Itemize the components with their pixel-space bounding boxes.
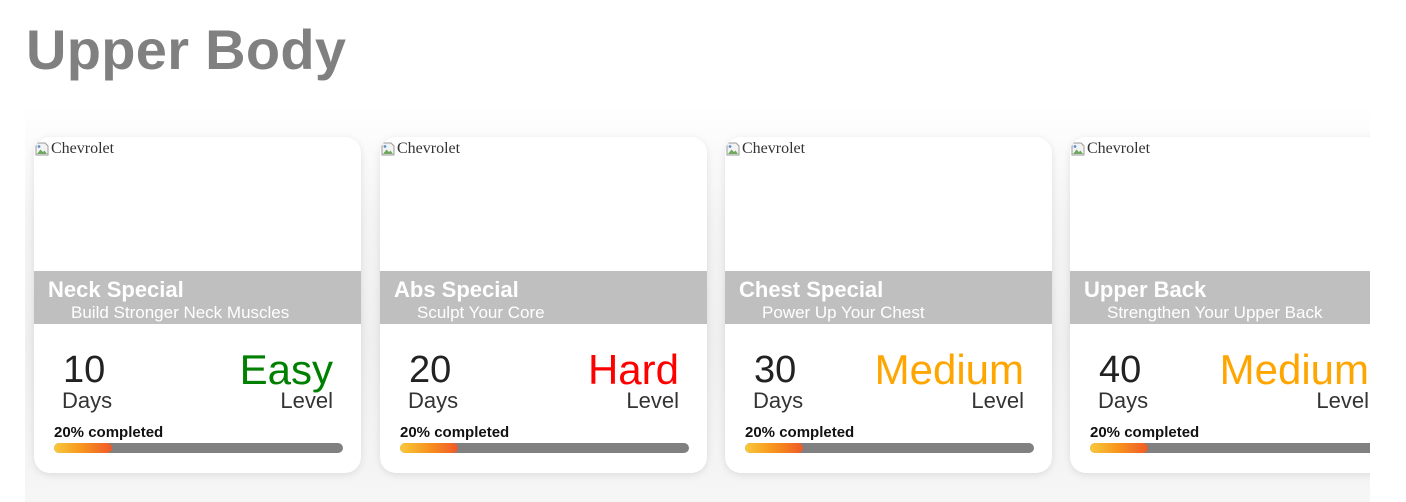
progress-label: 20% completed: [400, 424, 510, 441]
days-label: Days: [408, 388, 459, 413]
difficulty-level: Hard: [587, 346, 679, 393]
difficulty-level: Medium: [1219, 346, 1369, 393]
card-banner: Abs Special Sculpt Your Core: [380, 271, 707, 324]
card-banner: Upper Back Strengthen Your Upper Back: [1070, 271, 1370, 324]
progress-bar-fill: [400, 443, 458, 453]
level-label: Level: [280, 388, 333, 413]
days-count: 30: [754, 349, 797, 391]
broken-image-icon: [381, 142, 395, 156]
card-image-alt-text: Chevrolet: [397, 140, 461, 157]
progress-label: 20% completed: [1090, 424, 1200, 441]
level-label: Level: [1316, 388, 1369, 413]
difficulty-level: Easy: [239, 346, 333, 393]
progress-label: 20% completed: [745, 424, 855, 441]
progress-bar: [400, 443, 689, 453]
workout-card-abs[interactable]: Chevrolet Abs Special Sculpt Your Core 2…: [380, 137, 707, 473]
card-image-alt-text: Chevrolet: [51, 140, 115, 157]
card-title: Chest Special: [739, 277, 884, 302]
card-image-alt-text: Chevrolet: [742, 140, 806, 157]
days-label: Days: [1098, 388, 1149, 413]
card-subtitle: Strengthen Your Upper Back: [1107, 303, 1323, 322]
card-image: Chevrolet: [34, 137, 361, 271]
days-count: 20: [409, 349, 452, 391]
card-subtitle: Build Stronger Neck Muscles: [71, 303, 290, 322]
card-banner: Chest Special Power Up Your Chest: [725, 271, 1052, 324]
page-title: Upper Body: [26, 18, 347, 81]
card-subtitle: Sculpt Your Core: [417, 303, 545, 322]
days-count: 40: [1099, 349, 1142, 391]
progress-bar: [1090, 443, 1370, 453]
progress-bar-fill: [745, 443, 803, 453]
workout-card-carousel[interactable]: Chevrolet Neck Special Build Stronger Ne…: [25, 104, 1370, 502]
progress-bar-fill: [1090, 443, 1148, 453]
level-label: Level: [626, 388, 679, 413]
broken-image-icon: [726, 142, 740, 156]
difficulty-level: Medium: [874, 346, 1024, 393]
card-title: Abs Special: [394, 277, 519, 302]
broken-image-icon: [35, 142, 49, 156]
days-label: Days: [753, 388, 804, 413]
level-label: Level: [971, 388, 1024, 413]
progress-bar: [745, 443, 1034, 453]
card-image-alt-text: Chevrolet: [1087, 140, 1151, 157]
workout-card-chest[interactable]: Chevrolet Chest Special Power Up Your Ch…: [725, 137, 1052, 473]
card-image: Chevrolet: [725, 137, 1052, 271]
card-title: Upper Back: [1084, 277, 1207, 302]
card-image: Chevrolet: [380, 137, 707, 271]
card-image: Chevrolet: [1070, 137, 1370, 271]
card-title: Neck Special: [48, 277, 184, 302]
progress-bar: [54, 443, 343, 453]
progress-label: 20% completed: [54, 424, 164, 441]
broken-image-icon: [1071, 142, 1085, 156]
workout-card-upper-back[interactable]: Chevrolet Upper Back Strengthen Your Upp…: [1070, 137, 1370, 473]
days-label: Days: [62, 388, 113, 413]
progress-bar-fill: [54, 443, 112, 453]
days-count: 10: [63, 349, 106, 391]
card-banner: Neck Special Build Stronger Neck Muscles: [34, 271, 361, 324]
card-subtitle: Power Up Your Chest: [762, 303, 925, 322]
workout-card-neck[interactable]: Chevrolet Neck Special Build Stronger Ne…: [34, 137, 361, 473]
